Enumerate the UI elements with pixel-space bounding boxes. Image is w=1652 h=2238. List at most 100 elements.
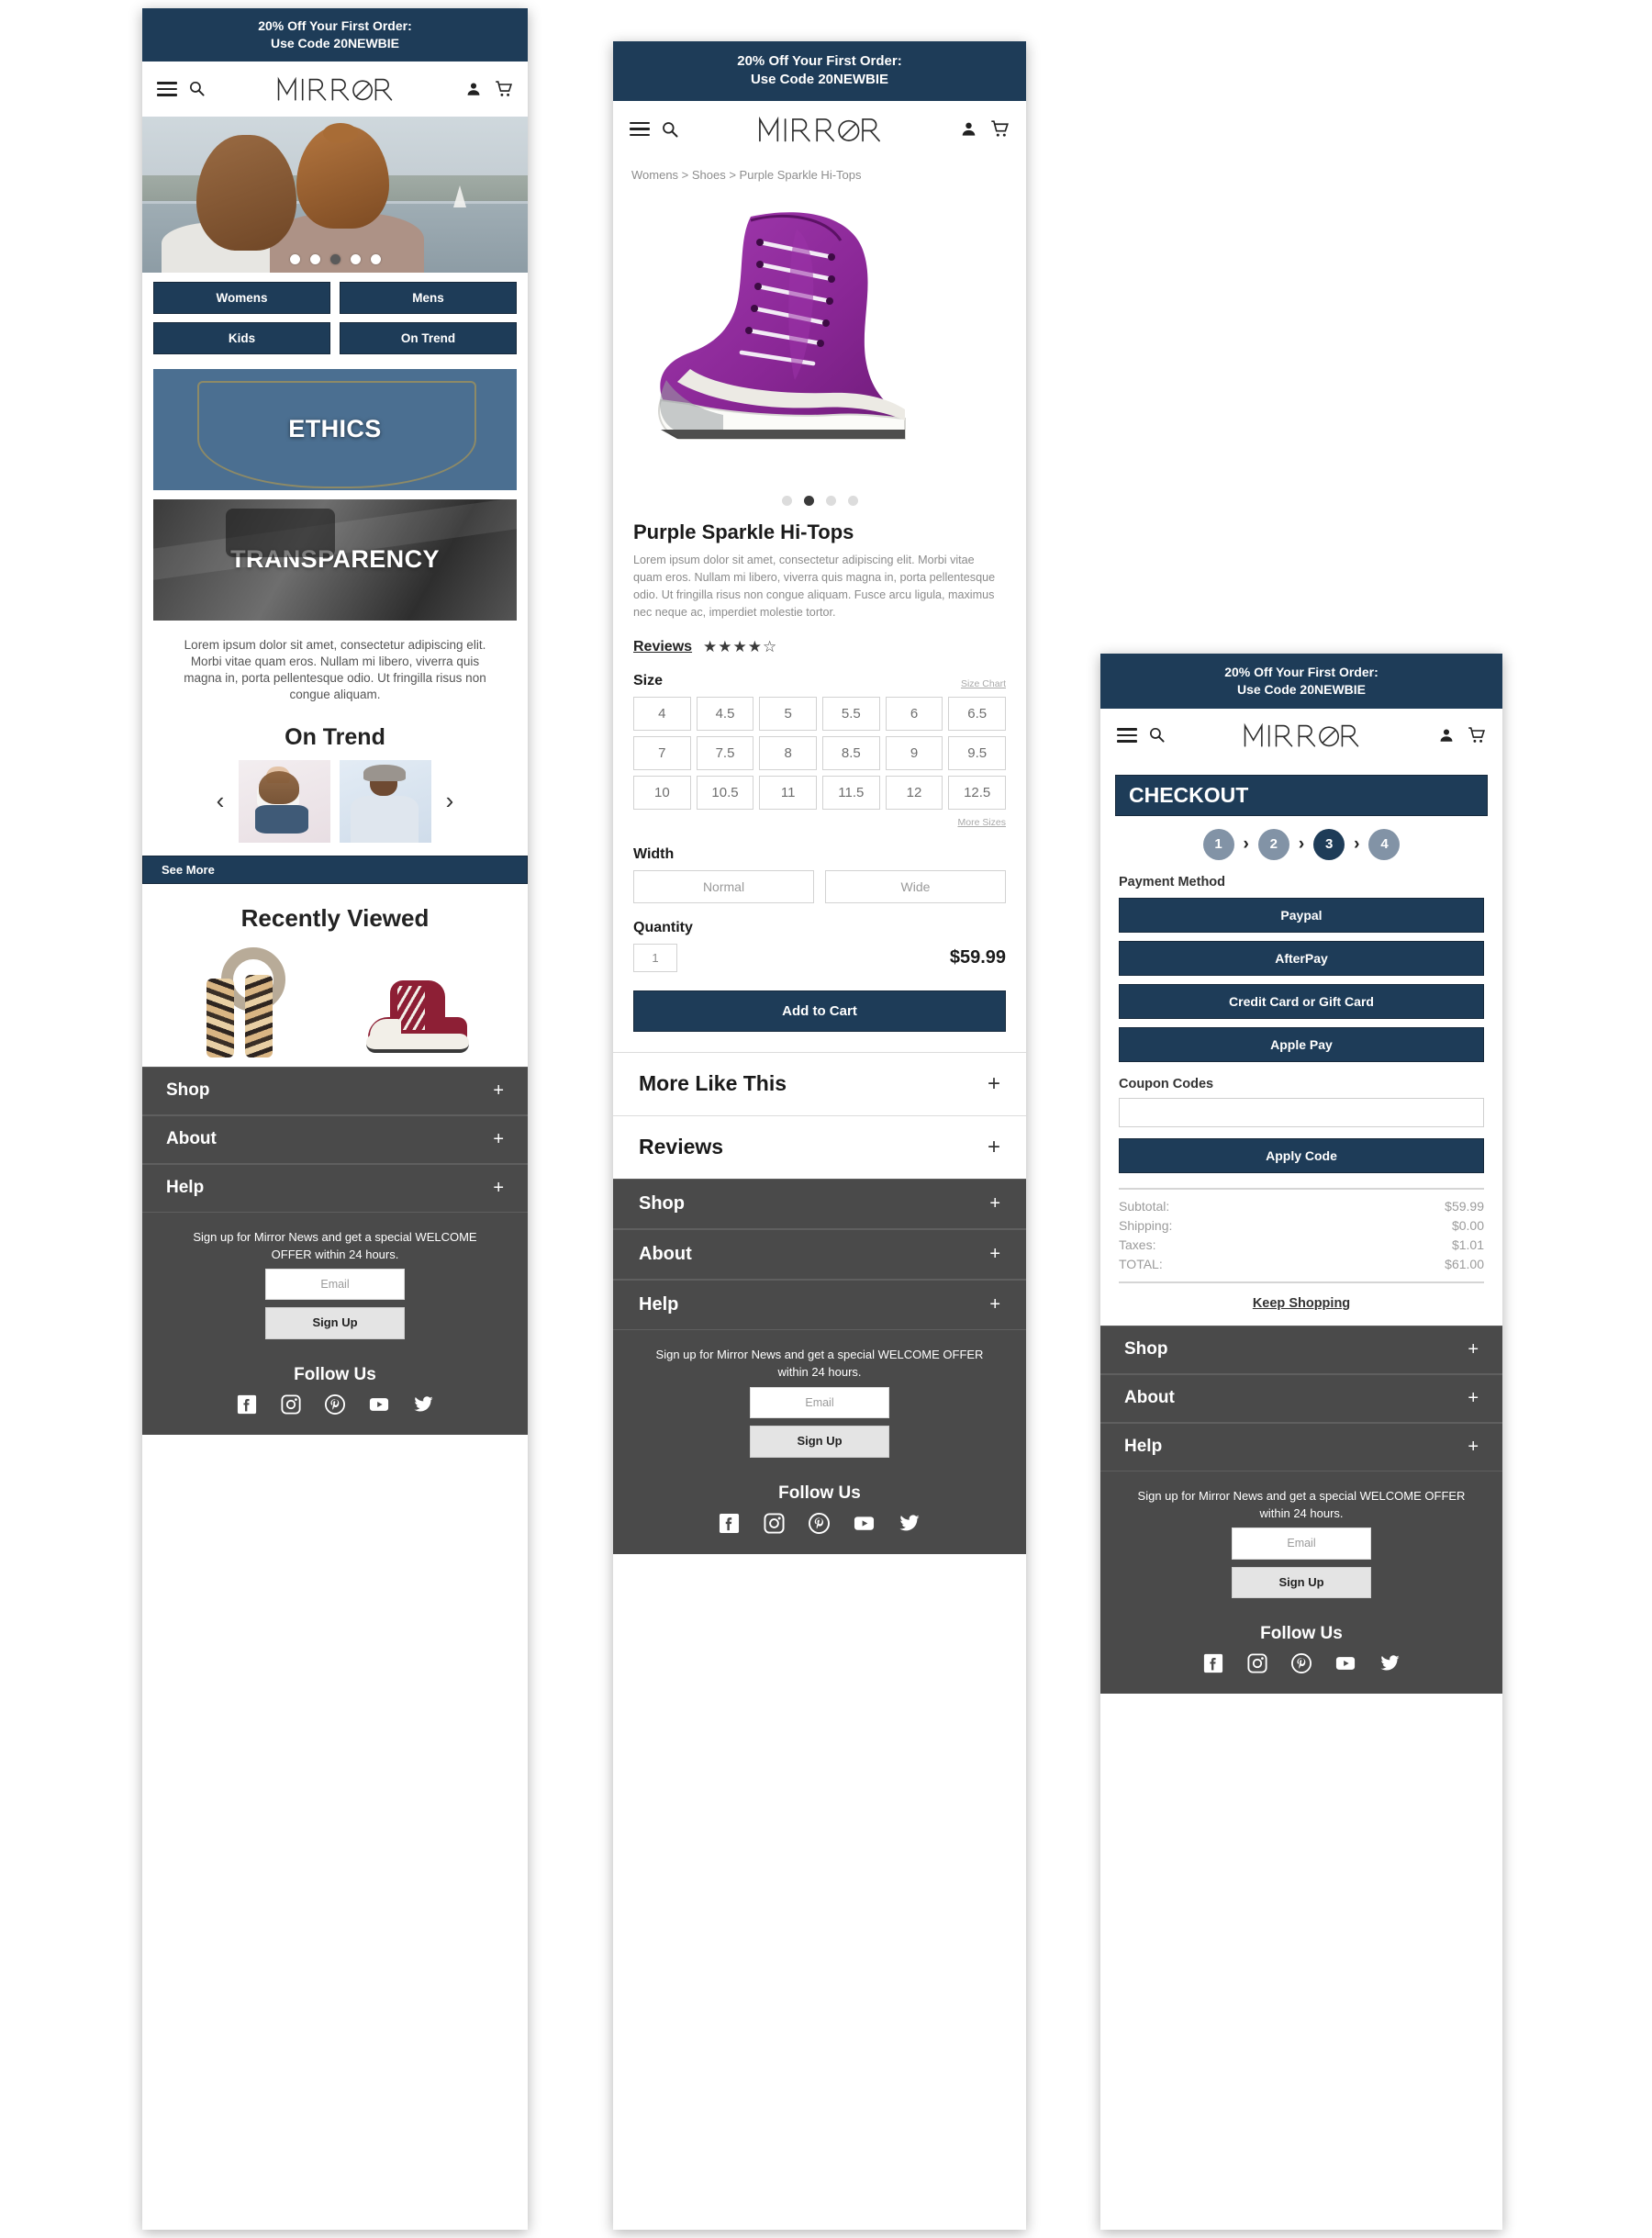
size-option[interactable]: 7 — [633, 735, 691, 770]
shopping-cart-icon[interactable] — [1468, 726, 1486, 744]
accordion-reviews[interactable]: Reviews + — [613, 1114, 1026, 1179]
product-image-gallery[interactable] — [613, 189, 1026, 492]
checkout-step-3-active[interactable]: 3 — [1313, 828, 1345, 860]
coupon-code-input[interactable] — [1119, 1097, 1484, 1127]
payment-method-afterpay[interactable]: AfterPay — [1119, 940, 1484, 976]
promo-banner[interactable]: 20% Off Your First Order: Use Code 20NEW… — [1100, 654, 1502, 709]
size-option[interactable]: 9 — [885, 735, 943, 770]
size-option[interactable]: 11 — [759, 775, 817, 810]
carousel-dot[interactable] — [350, 253, 361, 264]
size-option[interactable]: 5.5 — [822, 696, 880, 731]
promo-tile-ethics[interactable]: ETHICS — [153, 368, 517, 490]
payment-method-paypal[interactable]: Paypal — [1119, 897, 1484, 933]
size-option[interactable]: 8 — [759, 735, 817, 770]
carousel-dot[interactable] — [370, 253, 381, 264]
gallery-dot[interactable] — [847, 496, 858, 507]
facebook-icon[interactable] — [237, 1394, 257, 1415]
twitter-icon[interactable] — [1379, 1653, 1401, 1673]
instagram-icon[interactable] — [1246, 1653, 1267, 1673]
size-option[interactable]: 5 — [759, 696, 817, 731]
on-trend-item-man[interactable] — [340, 759, 431, 843]
instagram-icon[interactable] — [764, 1513, 785, 1534]
apply-code-button[interactable]: Apply Code — [1119, 1137, 1484, 1173]
category-button-on-trend[interactable]: On Trend — [340, 321, 517, 354]
width-option-wide[interactable]: Wide — [825, 869, 1006, 903]
hamburger-menu-icon[interactable] — [1117, 724, 1137, 746]
accordion-more-like-this[interactable]: More Like This + — [613, 1051, 1026, 1115]
facebook-icon[interactable] — [719, 1513, 740, 1534]
footer-accordion-about[interactable]: About + — [142, 1114, 528, 1164]
payment-method-apple-pay[interactable]: Apple Pay — [1119, 1026, 1484, 1062]
search-icon[interactable] — [188, 80, 206, 97]
signup-button[interactable]: Sign Up — [1232, 1566, 1371, 1599]
carousel-dot[interactable] — [309, 253, 320, 264]
brand-logo[interactable] — [1240, 720, 1363, 751]
checkout-step-1[interactable]: 1 — [1202, 828, 1234, 860]
size-option[interactable]: 12 — [885, 775, 943, 810]
hamburger-menu-icon[interactable] — [157, 78, 177, 100]
signup-button[interactable]: Sign Up — [750, 1425, 889, 1458]
facebook-icon[interactable] — [1203, 1653, 1223, 1673]
size-option[interactable]: 6 — [885, 696, 943, 731]
size-option[interactable]: 4.5 — [696, 696, 754, 731]
pinterest-icon[interactable] — [324, 1394, 345, 1416]
footer-accordion-help[interactable]: Help + — [1100, 1422, 1502, 1471]
brand-logo[interactable] — [274, 73, 396, 105]
search-icon[interactable] — [1148, 726, 1166, 744]
signup-button[interactable]: Sign Up — [265, 1307, 405, 1340]
brand-logo[interactable] — [755, 113, 884, 146]
size-option[interactable]: 9.5 — [948, 735, 1006, 770]
pinterest-icon[interactable] — [809, 1512, 830, 1534]
footer-accordion-help[interactable]: Help + — [142, 1163, 528, 1213]
see-more-button[interactable]: See More — [142, 855, 528, 884]
promo-tile-transparency[interactable]: TRANSPARENCY — [153, 498, 517, 621]
size-option[interactable]: 7.5 — [696, 735, 754, 770]
footer-accordion-about[interactable]: About + — [1100, 1373, 1502, 1423]
email-input[interactable]: Email — [750, 1386, 889, 1418]
gallery-dot-active[interactable] — [803, 496, 814, 507]
size-option[interactable]: 10 — [633, 775, 691, 810]
checkout-step-2[interactable]: 2 — [1257, 828, 1289, 860]
footer-accordion-shop[interactable]: Shop + — [613, 1178, 1026, 1229]
carousel-next-arrow-icon[interactable]: › — [441, 787, 459, 815]
width-option-normal[interactable]: Normal — [633, 869, 814, 903]
youtube-icon[interactable] — [369, 1394, 389, 1415]
email-input[interactable]: Email — [265, 1269, 405, 1301]
quantity-input[interactable]: 1 — [633, 943, 677, 972]
add-to-cart-button[interactable]: Add to Cart — [633, 990, 1006, 1032]
gallery-dot[interactable] — [825, 496, 836, 507]
hero-carousel[interactable] — [142, 116, 528, 273]
size-option[interactable]: 11.5 — [822, 775, 880, 810]
category-button-womens[interactable]: Womens — [153, 281, 330, 314]
carousel-prev-arrow-icon[interactable]: ‹ — [211, 787, 229, 815]
footer-accordion-shop[interactable]: Shop + — [1100, 1325, 1502, 1374]
promo-banner[interactable]: 20% Off Your First Order: Use Code 20NEW… — [142, 8, 528, 62]
size-chart-link[interactable]: Size Chart — [961, 678, 1006, 689]
pinterest-icon[interactable] — [1290, 1653, 1312, 1674]
user-account-icon[interactable] — [465, 81, 482, 97]
gallery-dot[interactable] — [781, 496, 792, 507]
size-option[interactable]: 8.5 — [822, 735, 880, 770]
size-option[interactable]: 12.5 — [948, 775, 1006, 810]
recently-viewed-item-sneaker[interactable] — [363, 979, 473, 1057]
search-icon[interactable] — [661, 120, 679, 139]
youtube-icon[interactable] — [854, 1513, 875, 1534]
on-trend-item-woman[interactable] — [239, 759, 330, 843]
carousel-dot[interactable] — [289, 253, 300, 264]
shopping-cart-icon[interactable] — [990, 119, 1010, 139]
size-option[interactable]: 4 — [633, 696, 691, 731]
reviews-link[interactable]: Reviews — [633, 639, 692, 655]
footer-accordion-shop[interactable]: Shop + — [142, 1066, 528, 1115]
twitter-icon[interactable] — [899, 1513, 921, 1534]
size-option[interactable]: 6.5 — [948, 696, 1006, 731]
shopping-cart-icon[interactable] — [495, 80, 513, 98]
category-button-mens[interactable]: Mens — [340, 281, 517, 314]
more-sizes-link[interactable]: More Sizes — [957, 817, 1006, 828]
instagram-icon[interactable] — [280, 1394, 301, 1415]
email-input[interactable]: Email — [1232, 1527, 1371, 1560]
twitter-icon[interactable] — [413, 1394, 434, 1415]
size-option[interactable]: 10.5 — [696, 775, 754, 810]
recently-viewed-item-scarf[interactable] — [197, 946, 285, 1057]
promo-banner[interactable]: 20% Off Your First Order: Use Code 20NEW… — [613, 41, 1026, 101]
footer-accordion-about[interactable]: About + — [613, 1228, 1026, 1280]
